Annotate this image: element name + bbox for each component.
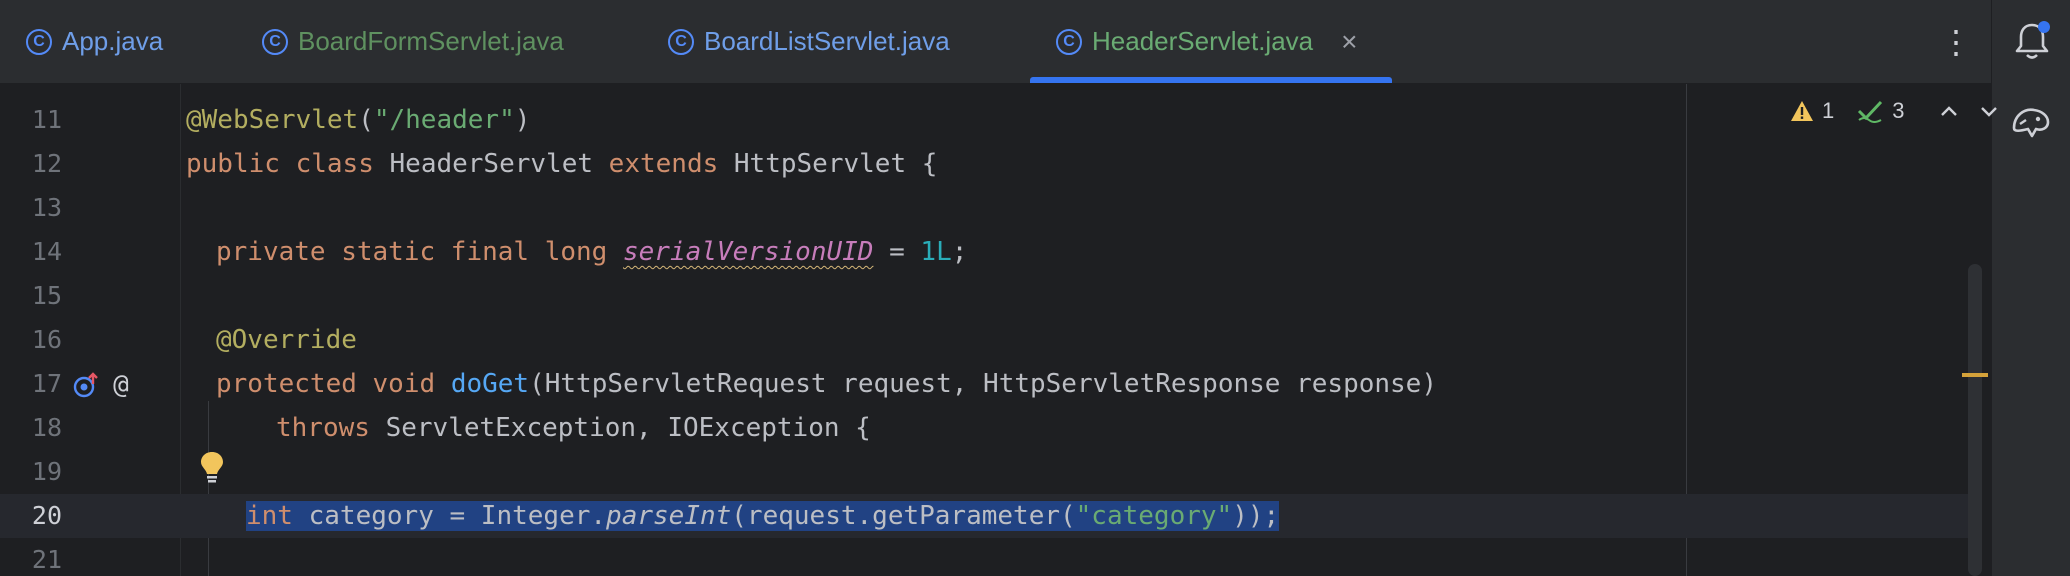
- code-text: protected void doGet(HttpServletRequest …: [216, 362, 1437, 406]
- java-class-icon: C: [668, 28, 694, 55]
- code-text: throws ServletException, IOException {: [276, 406, 871, 450]
- code-line-20[interactable]: 20 int category = Integer.parseInt(reque…: [0, 494, 1975, 538]
- code-line-14[interactable]: 14 private static final long serialVersi…: [0, 230, 1975, 274]
- code-line-15[interactable]: 15: [0, 274, 1975, 318]
- selection-highlight: int category = Integer.parseInt(request.…: [246, 501, 1280, 531]
- code-line-13[interactable]: 13: [0, 186, 1975, 230]
- line-number: 17: [31, 369, 62, 398]
- tab-boardlistservlet-java[interactable]: C BoardListServlet.java: [668, 0, 950, 83]
- tab-label: HeaderServlet.java: [1092, 26, 1314, 56]
- paren-token: (: [358, 105, 374, 135]
- line-number: 15: [31, 281, 62, 310]
- tab-app-java[interactable]: C App.java: [26, 0, 163, 83]
- warning-count: 1: [1822, 98, 1835, 123]
- tab-boardformservlet-java[interactable]: C BoardFormServlet.java: [262, 0, 564, 83]
- line-number: 14: [31, 237, 62, 266]
- tab-label: BoardListServlet.java: [704, 26, 950, 56]
- close-icon[interactable]: ×: [1341, 26, 1357, 58]
- method-name-token: doGet: [450, 369, 530, 399]
- ai-assistant-icon[interactable]: [2008, 98, 2054, 144]
- keyword-token: protected void: [216, 369, 436, 399]
- java-class-icon: C: [262, 28, 288, 55]
- annotation-token: @Override: [216, 325, 357, 355]
- notifications-bell-icon[interactable]: [2010, 18, 2054, 62]
- line-number: 19: [31, 457, 62, 486]
- tab-label: App.java: [62, 26, 164, 56]
- code-text: int category = Integer.parseInt(request.…: [246, 494, 1280, 538]
- line-number: 16: [31, 325, 62, 354]
- annotation-gutter-icon[interactable]: @: [106, 370, 136, 400]
- scrollbar-warning-marker[interactable]: [1962, 373, 1988, 377]
- code-line-16[interactable]: 16 @Override: [0, 318, 1975, 362]
- code-text: @WebServlet("/header"): [186, 98, 530, 142]
- code-editor[interactable]: 11 @WebServlet("/header") 12 public clas…: [0, 84, 1991, 576]
- exceptions-token: ServletException, IOException {: [369, 413, 871, 443]
- check-icon: [1858, 100, 1883, 123]
- line-number: 11: [31, 105, 62, 134]
- code-token: ));: [1232, 501, 1280, 531]
- string-token: "/header": [373, 105, 515, 135]
- vertical-scrollbar[interactable]: [1968, 264, 1982, 576]
- java-class-icon: C: [26, 28, 52, 55]
- code-line-11[interactable]: 11 @WebServlet("/header"): [0, 98, 1975, 142]
- line-number: 20: [31, 501, 62, 530]
- static-field-token: serialVersionUID: [623, 237, 874, 267]
- code-text: public class HeaderServlet extends HttpS…: [186, 142, 937, 186]
- code-token: category = Integer.: [292, 501, 607, 531]
- right-tool-strip: [1991, 0, 2070, 576]
- more-options-icon[interactable]: ⋮: [1940, 22, 1972, 62]
- editor-tab-bar: C App.java C BoardFormServlet.java C Boa…: [0, 0, 1991, 84]
- number-token: 1L: [920, 237, 952, 267]
- ide-window: C App.java C BoardFormServlet.java C Boa…: [0, 0, 2070, 576]
- code-line-17[interactable]: 17 @ protected void doGet(HttpServletReq…: [0, 362, 1975, 406]
- line-number: 13: [31, 193, 62, 222]
- keyword-token: class: [295, 149, 374, 179]
- keyword-token: throws: [276, 413, 370, 443]
- override-method-icon[interactable]: [72, 372, 98, 398]
- keyword-token: public: [186, 149, 280, 179]
- tab-headerservlet-java[interactable]: C HeaderServlet.java ×: [1030, 0, 1392, 83]
- semicolon-token: ;: [951, 237, 968, 267]
- keyword-token: extends: [608, 149, 719, 179]
- keyword-token: private static final long: [216, 237, 608, 267]
- keyword-token: int: [246, 501, 293, 531]
- code-line-18[interactable]: 18 throws ServletException, IOException …: [0, 406, 1975, 450]
- line-number: 18: [31, 413, 62, 442]
- static-method-token: parseInt: [606, 501, 732, 531]
- superclass-token: HttpServlet {: [733, 149, 938, 179]
- passed-count: 3: [1892, 98, 1905, 123]
- paren-token: ): [514, 105, 531, 135]
- code-text: @Override: [216, 318, 357, 362]
- params-token: (HttpServletRequest request, HttpServlet…: [529, 369, 1437, 399]
- code-line-19[interactable]: 19: [0, 450, 1975, 494]
- code-token: (request.getParameter(: [731, 501, 1076, 531]
- code-line-12[interactable]: 12 public class HeaderServlet extends Ht…: [0, 142, 1975, 186]
- code-text: private static final long serialVersionU…: [216, 230, 967, 274]
- operator-token: =: [873, 237, 921, 267]
- java-class-icon: C: [1056, 28, 1082, 55]
- lightbulb-icon[interactable]: [198, 450, 226, 484]
- class-name-token: HeaderServlet: [389, 149, 594, 179]
- chevron-up-icon[interactable]: [1939, 101, 1959, 121]
- line-number: 21: [31, 545, 62, 574]
- string-token: "category": [1075, 501, 1233, 531]
- inspections-widget[interactable]: 1 3: [1790, 96, 1999, 126]
- line-number: 12: [31, 149, 62, 178]
- active-tab-indicator: [1030, 77, 1392, 83]
- annotation-token: @WebServlet: [186, 105, 359, 135]
- tab-label: BoardFormServlet.java: [298, 26, 564, 56]
- warning-icon: [1791, 101, 1813, 121]
- chevron-down-icon[interactable]: [1979, 101, 1999, 121]
- code-line-21[interactable]: 21: [0, 538, 1975, 576]
